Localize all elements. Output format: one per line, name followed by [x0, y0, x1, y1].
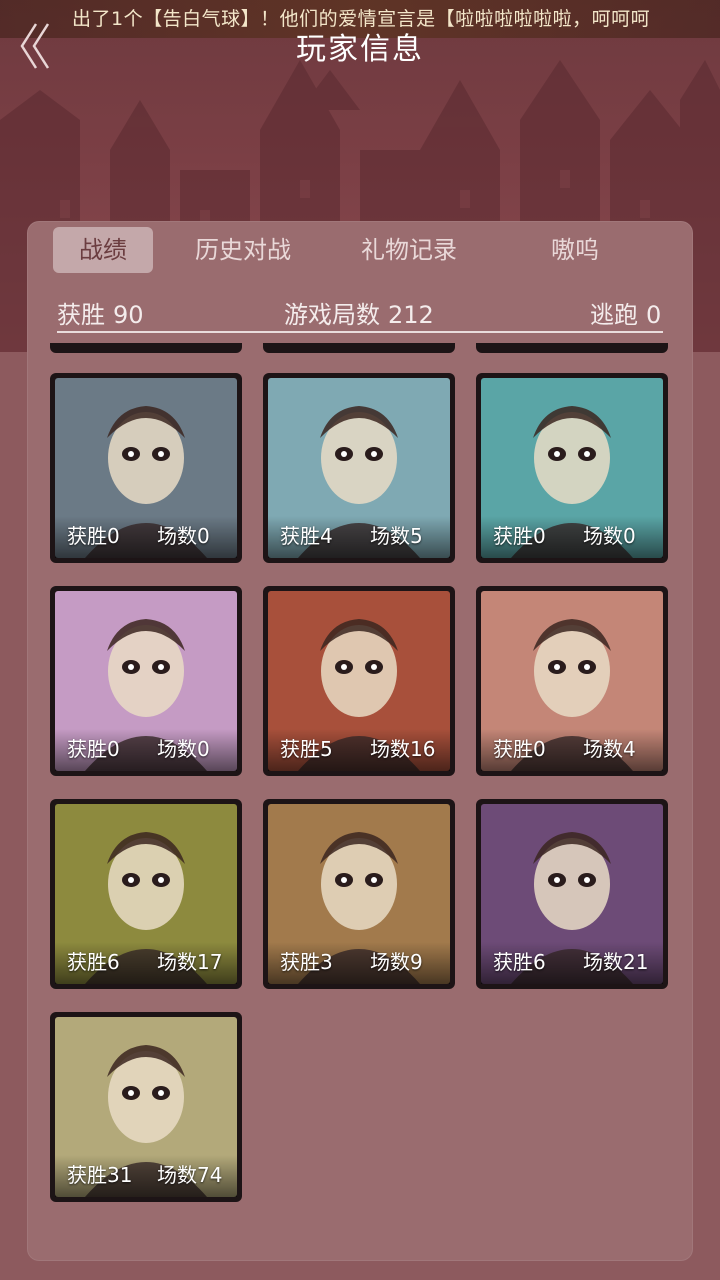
character-card[interactable]: 获胜6 场数21	[476, 799, 668, 989]
card-wins-label: 获胜	[67, 1163, 107, 1187]
card-wins-value: 6	[107, 950, 120, 974]
character-card[interactable]: 获胜0 场数0	[476, 373, 668, 563]
card-wins: 获胜5	[280, 733, 333, 762]
card-games: 场数17	[157, 946, 222, 975]
stats-row: 获胜 90 游戏局数 212 逃跑 0	[57, 295, 663, 331]
card-games: 场数0	[583, 520, 636, 549]
card-games-label: 场数	[583, 737, 623, 761]
character-card[interactable]: 获胜0 场数0	[50, 373, 242, 563]
card-wins: 获胜6	[493, 946, 546, 975]
character-grid[interactable]: 获胜0 场数0 获胜4 场数5 获胜0 场数0 获胜0 场数0 获胜5 场数16 获胜0 场数4 获胜6…	[27, 343, 693, 1261]
card-wins: 获胜31	[67, 1159, 132, 1188]
card-wins: 获胜0	[67, 733, 120, 762]
card-games-value: 5	[410, 524, 423, 548]
tab-record[interactable]: 战绩	[53, 227, 153, 273]
character-card[interactable]: 获胜5 场数16	[263, 586, 455, 776]
card-wins-value: 4	[320, 524, 333, 548]
card-wins: 获胜0	[493, 520, 546, 549]
stat-wins: 获胜 90	[57, 295, 144, 330]
card-games: 场数74	[157, 1159, 222, 1188]
card-wins-label: 获胜	[493, 950, 533, 974]
stat-wins-value: 90	[113, 301, 144, 329]
card-games-label: 场数	[157, 1163, 197, 1187]
tab-gifts[interactable]: 礼物记录	[349, 227, 469, 273]
card-games-value: 0	[623, 524, 636, 548]
stat-escape-label: 逃跑	[590, 301, 638, 329]
card-wins: 获胜0	[67, 520, 120, 549]
card-games-value: 21	[623, 950, 649, 974]
card-games-value: 17	[197, 950, 223, 974]
stat-wins-label: 获胜	[57, 301, 105, 329]
page-title: 玩家信息	[296, 32, 424, 67]
card-wins-value: 0	[533, 737, 546, 761]
tab-bar: 战绩 历史对战 礼物记录 嗷呜	[53, 227, 673, 273]
card-games-label: 场数	[157, 737, 197, 761]
card-games-value: 74	[197, 1163, 223, 1187]
stats-divider	[57, 331, 663, 333]
card-wins-label: 获胜	[67, 950, 107, 974]
card-wins-value: 0	[533, 524, 546, 548]
card-partial	[50, 343, 242, 353]
card-wins: 获胜0	[493, 733, 546, 762]
stat-games: 游戏局数 212	[284, 295, 434, 330]
card-wins-label: 获胜	[493, 737, 533, 761]
tab-howl[interactable]: 嗷呜	[515, 227, 635, 273]
card-partial	[263, 343, 455, 353]
character-card[interactable]: 获胜0 场数4	[476, 586, 668, 776]
card-wins: 获胜3	[280, 946, 333, 975]
card-wins-label: 获胜	[493, 524, 533, 548]
card-wins-value: 0	[107, 737, 120, 761]
card-wins-value: 31	[107, 1163, 133, 1187]
character-card[interactable]: 获胜31 场数74	[50, 1012, 242, 1202]
card-games-label: 场数	[157, 950, 197, 974]
card-games: 场数16	[370, 733, 435, 762]
card-wins: 获胜4	[280, 520, 333, 549]
card-games-value: 4	[623, 737, 636, 761]
card-wins-value: 6	[533, 950, 546, 974]
stat-games-value: 212	[388, 301, 434, 329]
character-card[interactable]: 获胜6 场数17	[50, 799, 242, 989]
card-games: 场数4	[583, 733, 636, 762]
card-games-value: 9	[410, 950, 423, 974]
card-games-label: 场数	[157, 524, 197, 548]
character-card[interactable]: 获胜3 场数9	[263, 799, 455, 989]
card-wins-value: 5	[320, 737, 333, 761]
card-wins-label: 获胜	[280, 737, 320, 761]
card-games-label: 场数	[583, 524, 623, 548]
card-games: 场数0	[157, 520, 210, 549]
card-games-label: 场数	[583, 950, 623, 974]
card-wins-value: 3	[320, 950, 333, 974]
card-games: 场数5	[370, 520, 423, 549]
card-games: 场数21	[583, 946, 648, 975]
stat-escape-value: 0	[646, 301, 662, 329]
card-partial	[476, 343, 668, 353]
card-games-value: 16	[410, 737, 436, 761]
card-wins-label: 获胜	[280, 524, 320, 548]
card-games-value: 0	[197, 524, 210, 548]
card-games: 场数9	[370, 946, 423, 975]
card-games-label: 场数	[370, 524, 410, 548]
card-games: 场数0	[157, 733, 210, 762]
card-wins: 获胜6	[67, 946, 120, 975]
card-games-label: 场数	[370, 737, 410, 761]
character-card[interactable]: 获胜4 场数5	[263, 373, 455, 563]
character-card[interactable]: 获胜0 场数0	[50, 586, 242, 776]
player-panel: 战绩 历史对战 礼物记录 嗷呜 获胜 90 游戏局数 212 逃跑 0 获胜0 场数0 获…	[27, 221, 693, 1261]
card-wins-label: 获胜	[67, 524, 107, 548]
card-wins-label: 获胜	[280, 950, 320, 974]
card-wins-value: 0	[107, 524, 120, 548]
card-wins-label: 获胜	[67, 737, 107, 761]
stat-games-label: 游戏局数	[284, 301, 380, 329]
card-games-label: 场数	[370, 950, 410, 974]
card-games-value: 0	[197, 737, 210, 761]
tab-history[interactable]: 历史对战	[183, 227, 303, 273]
stat-escape: 逃跑 0	[590, 295, 661, 330]
